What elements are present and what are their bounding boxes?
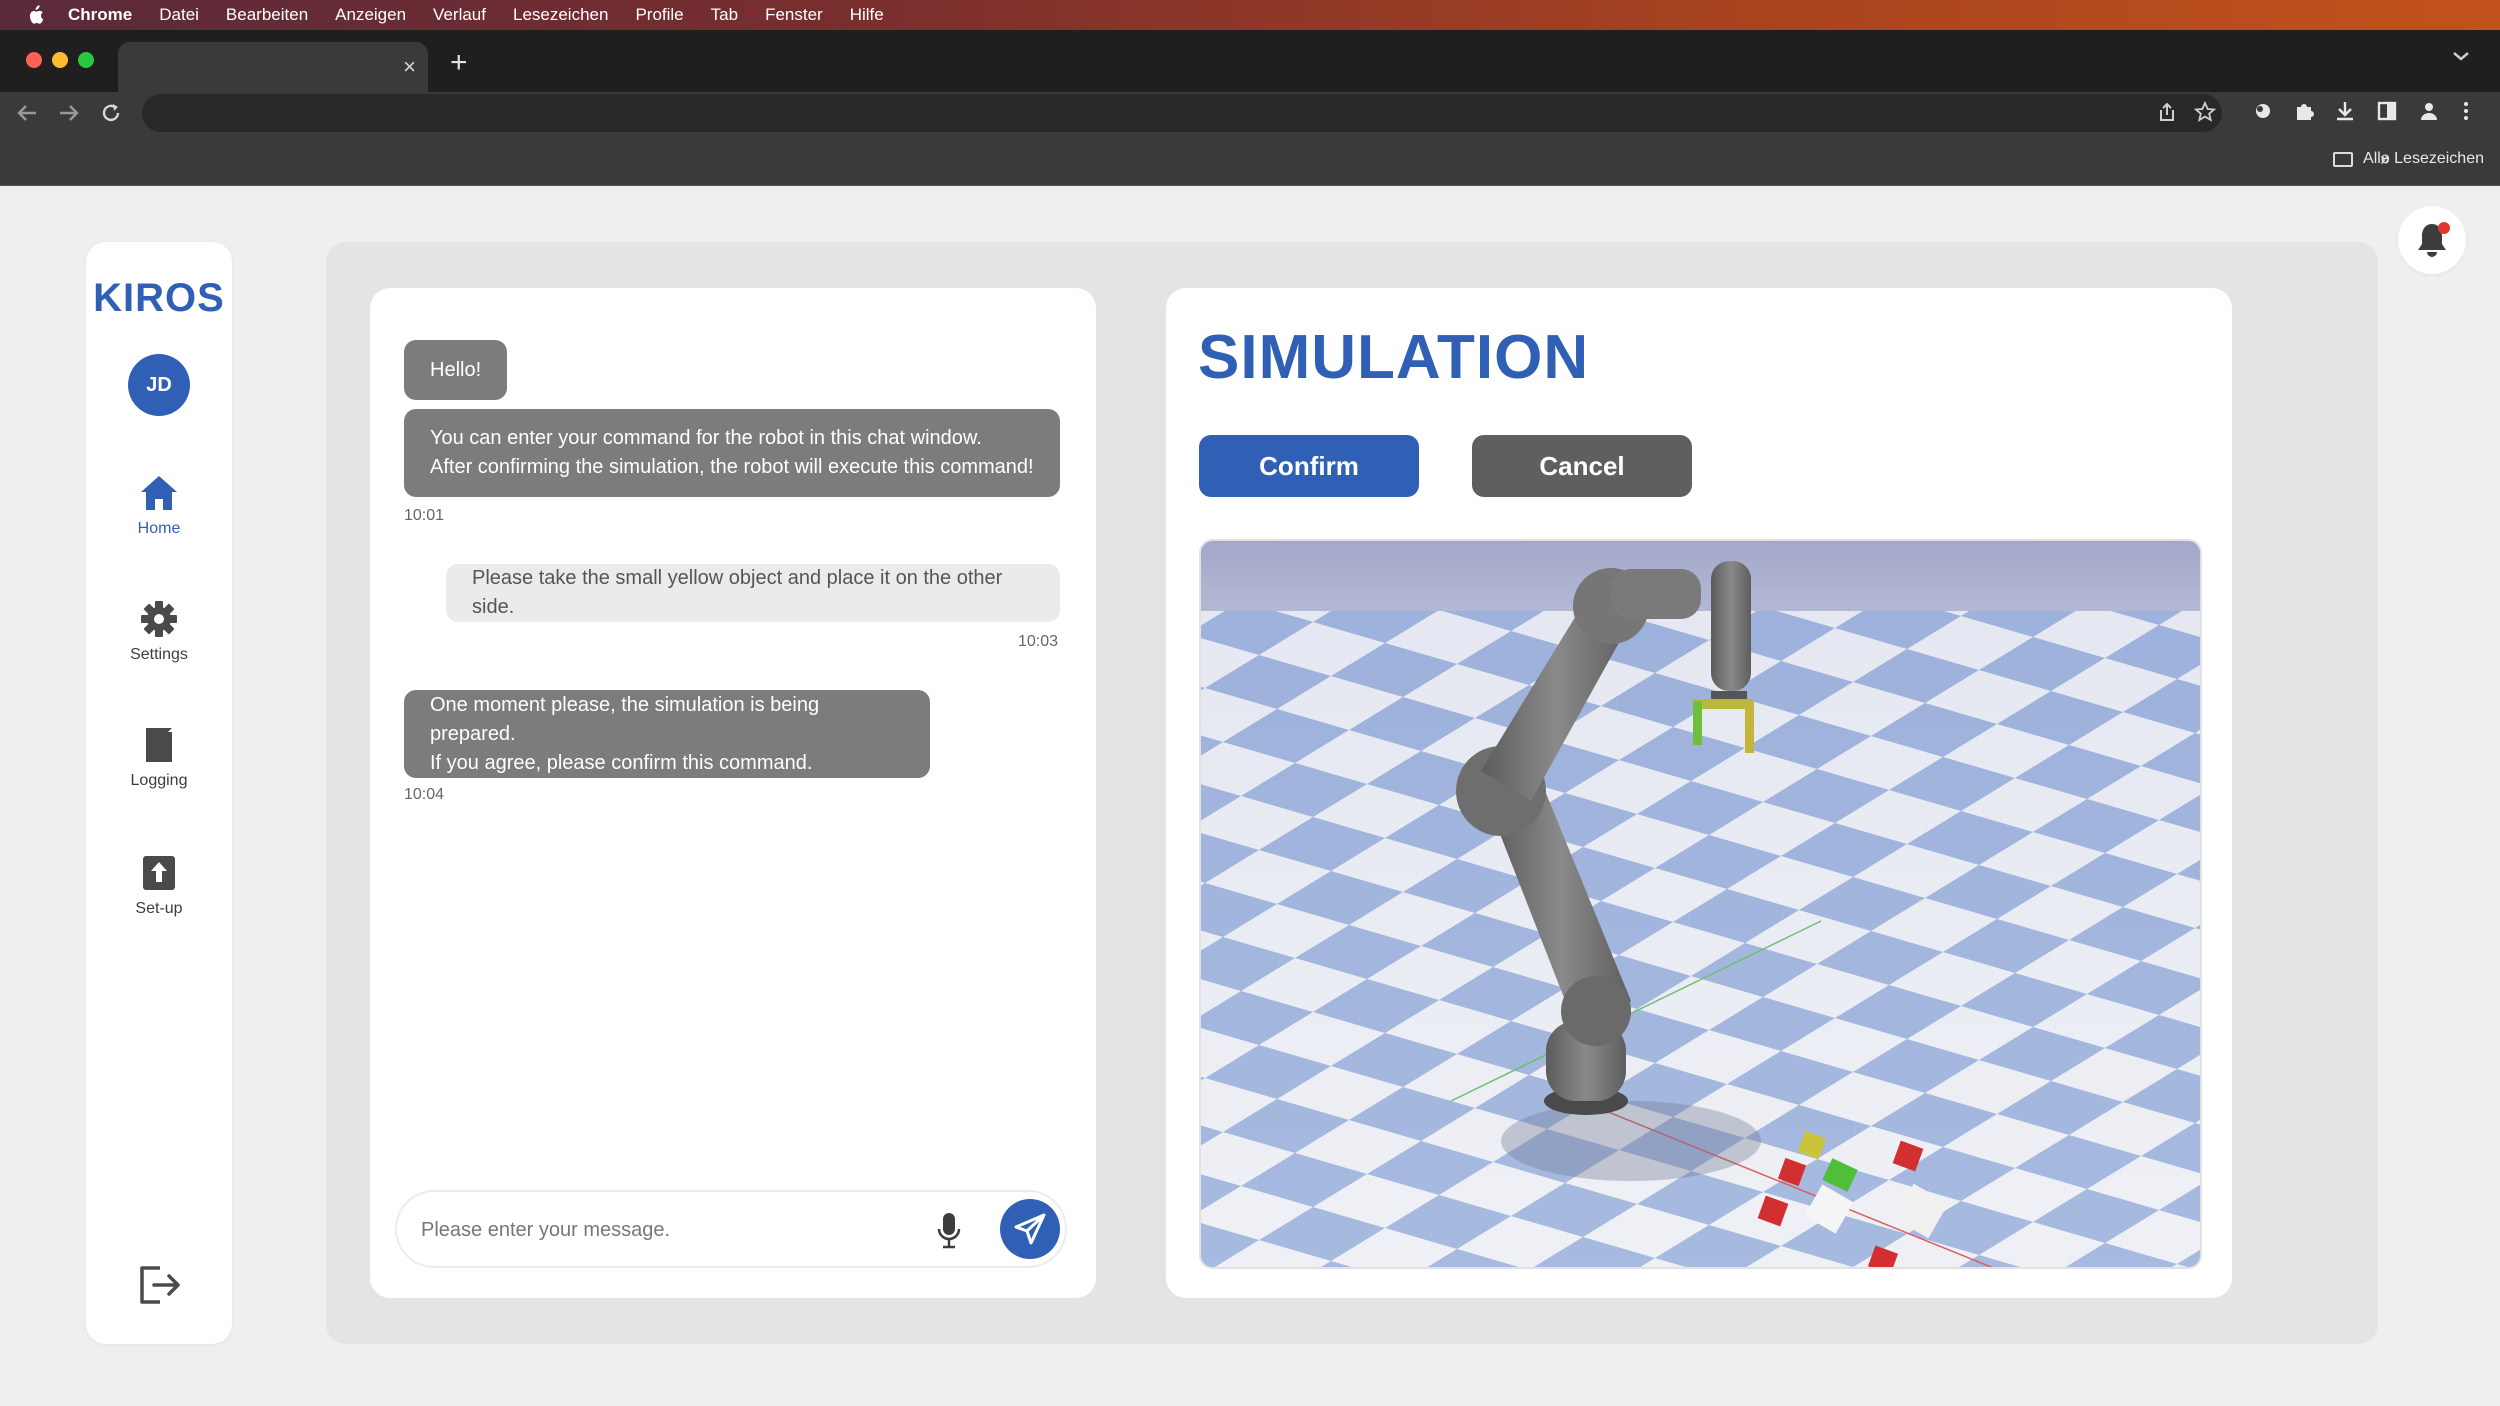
download-icon[interactable] [2334, 100, 2356, 122]
robot-simulation-render [1201, 541, 2200, 1267]
message-composer [395, 1190, 1067, 1268]
message-timestamp: 10:01 [404, 507, 445, 524]
macos-menubar: Chrome Datei Bearbeiten Anzeigen Verlauf… [0, 0, 2500, 30]
folder-icon [2333, 151, 2354, 167]
message-text: Please take the small yellow object and … [472, 567, 1003, 618]
send-button[interactable] [1000, 1199, 1060, 1259]
notifications-button[interactable] [2398, 206, 2466, 274]
profile-icon[interactable] [2418, 100, 2440, 122]
extension-puzzle-dark-icon[interactable] [2252, 100, 2274, 122]
home-icon [141, 476, 177, 510]
message-text-line: After confirming the simulation, the rob… [430, 456, 1034, 478]
browser-toolbar [0, 92, 2500, 136]
menu-datei[interactable]: Datei [159, 5, 199, 25]
bookmarks-bar: » Alle Lesezeichen [0, 136, 2500, 186]
message-timestamp: 10:04 [404, 786, 445, 803]
send-icon [1014, 1213, 1046, 1245]
message-timestamp: 10:03 [1018, 633, 1059, 650]
message-text: Hello! [430, 358, 482, 381]
browser-tabstrip: × + [0, 30, 2500, 92]
menu-fenster[interactable]: Fenster [765, 5, 823, 25]
user-avatar[interactable]: JD [128, 354, 190, 416]
message-text-line: You can enter your command for the robot… [430, 427, 982, 449]
menu-lesezeichen[interactable]: Lesezeichen [513, 5, 608, 25]
bookmark-star-icon[interactable] [2194, 101, 2216, 123]
back-icon[interactable] [16, 103, 38, 123]
document-icon [146, 728, 172, 762]
bot-message-bubble: Hello! [404, 340, 508, 400]
menu-verlauf[interactable]: Verlauf [433, 5, 486, 25]
sidebar-item-label: Logging [130, 772, 188, 789]
gear-icon [141, 601, 177, 637]
logout-icon[interactable] [136, 1262, 182, 1308]
bot-message-bubble: One moment please, the simulation is bei… [404, 690, 930, 778]
notification-badge [2438, 222, 2450, 234]
forward-icon[interactable] [58, 103, 80, 123]
sidebar-item-logging[interactable]: Logging [86, 726, 232, 790]
extensions-icon[interactable] [2293, 100, 2315, 122]
reload-icon[interactable] [100, 102, 122, 124]
sidebar-item-label: Set-up [135, 900, 183, 917]
sidebar-item-setup[interactable]: Set-up [86, 854, 232, 918]
sidebar-item-label: Settings [130, 646, 188, 663]
apple-icon[interactable] [26, 5, 44, 25]
sidebar-item-home[interactable]: Home [86, 474, 232, 538]
all-bookmarks-label: Alle Lesezeichen [2363, 150, 2484, 167]
menu-hilfe[interactable]: Hilfe [850, 5, 884, 25]
message-input[interactable] [421, 1212, 921, 1248]
menu-anzeigen[interactable]: Anzeigen [335, 5, 406, 25]
kiros-logo: KIROS [93, 276, 225, 320]
window-close-button[interactable] [26, 52, 42, 68]
window-zoom-button[interactable] [78, 52, 94, 68]
menu-app-name[interactable]: Chrome [68, 5, 132, 25]
upload-icon [143, 856, 175, 890]
sidebar: KIROS JD Home Settings Logging Set-up [86, 242, 232, 1344]
tab-search-chevron-icon[interactable] [2452, 50, 2470, 62]
message-text-line: One moment please, the simulation is bei… [430, 693, 820, 745]
microphone-icon[interactable] [937, 1212, 961, 1250]
cancel-button[interactable]: Cancel [1472, 435, 1692, 497]
more-menu-icon[interactable] [2462, 100, 2470, 122]
all-bookmarks-folder[interactable]: Alle Lesezeichen [2333, 150, 2484, 168]
sidebar-item-label: Home [137, 520, 181, 537]
share-icon[interactable] [2158, 102, 2176, 122]
menu-bearbeiten[interactable]: Bearbeiten [226, 5, 308, 25]
window-minimize-button[interactable] [52, 52, 68, 68]
browser-tab[interactable]: × [118, 42, 428, 92]
new-tab-button[interactable]: + [450, 48, 468, 78]
bot-message-bubble: You can enter your command for the robot… [404, 409, 1060, 497]
sidebar-item-settings[interactable]: Settings [86, 600, 232, 664]
side-panel-icon[interactable] [2376, 100, 2398, 122]
menu-tab[interactable]: Tab [711, 5, 738, 25]
menu-profile[interactable]: Profile [635, 5, 683, 25]
user-message-bubble: Please take the small yellow object and … [446, 564, 1060, 622]
simulation-viewport[interactable] [1199, 539, 2202, 1269]
address-bar[interactable] [142, 94, 2222, 132]
confirm-button[interactable]: Confirm [1199, 435, 1419, 497]
message-text-line: If you agree, please confirm this comman… [430, 751, 813, 774]
tab-close-icon[interactable]: × [403, 54, 416, 80]
simulation-title: SIMULATION [1198, 323, 1590, 392]
